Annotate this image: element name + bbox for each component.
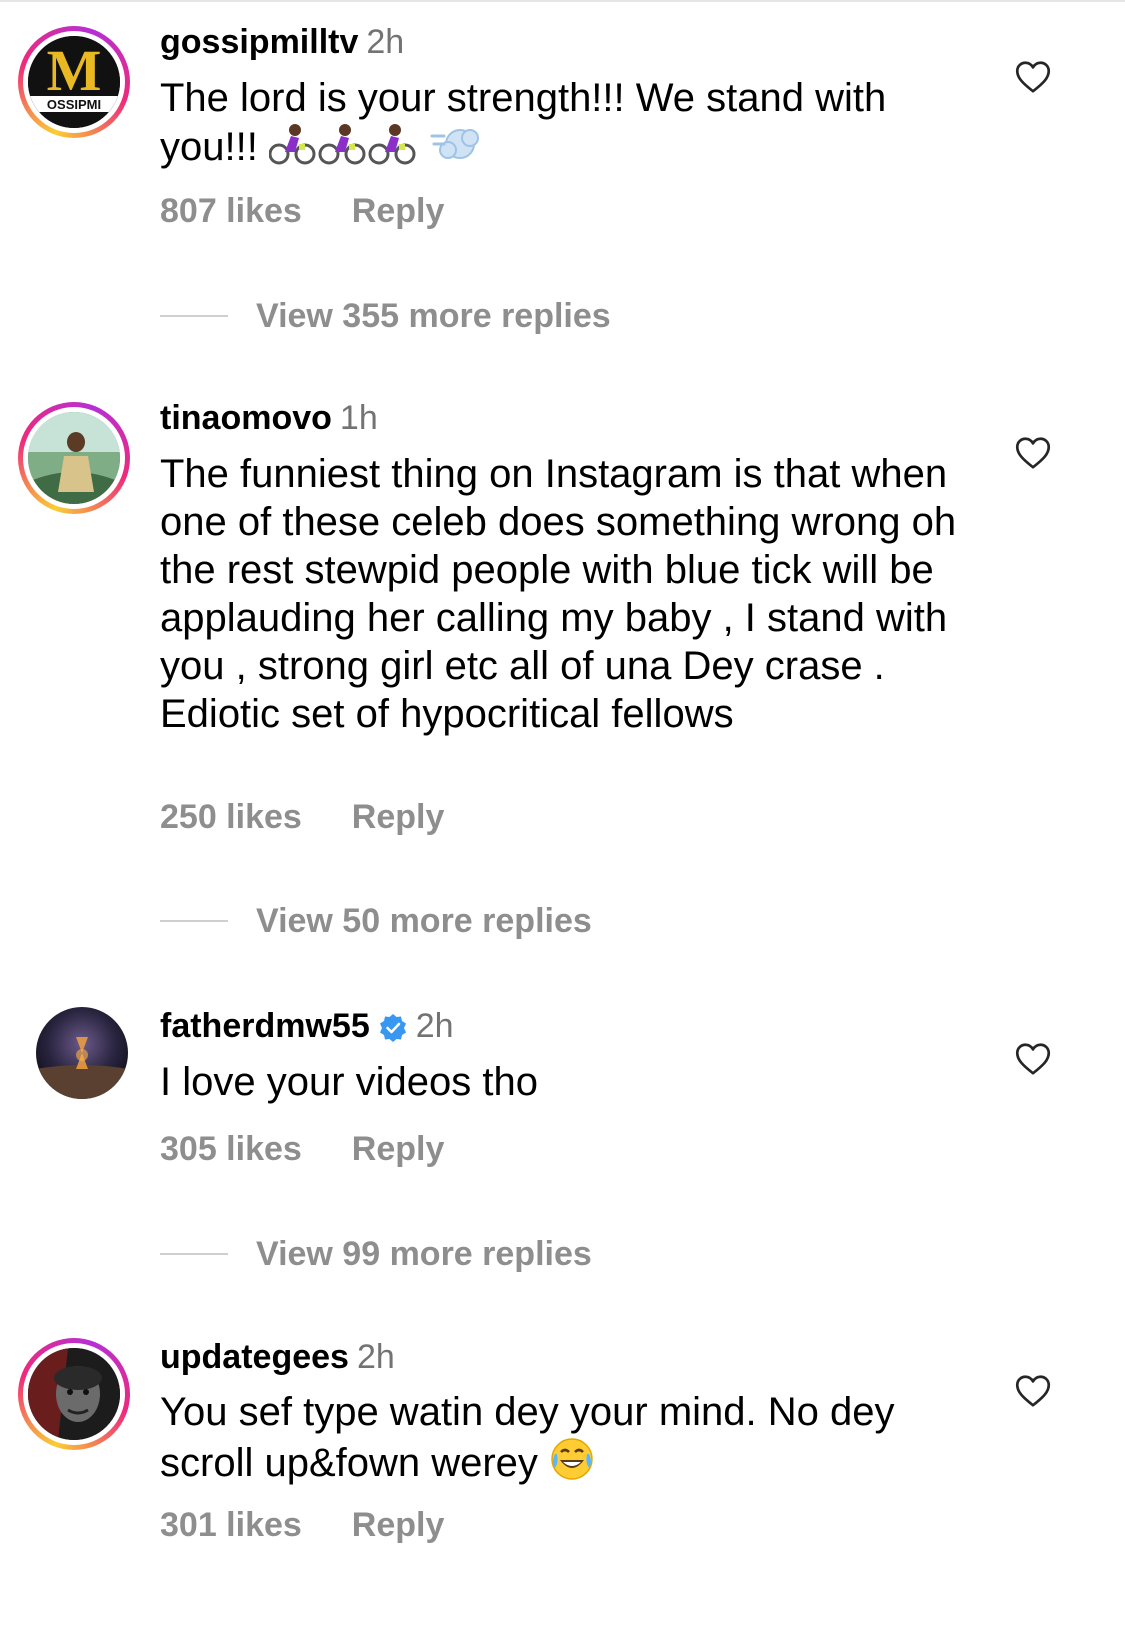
view-more-replies[interactable]: View 355 more replies (160, 296, 860, 336)
person-biking-emoji (268, 122, 419, 177)
comment-text: The funniest thing on Instagram is that … (160, 452, 957, 736)
comment-text: The lord is your strength!!! We stand wi… (160, 74, 980, 177)
username[interactable]: tinaomovo (160, 399, 332, 437)
comment-actions: 305 likes Reply (160, 1129, 444, 1169)
timestamp: 2h (356, 1338, 395, 1376)
tears-of-joy-emoji (549, 1436, 595, 1493)
comment-actions: 301 likes Reply (160, 1505, 444, 1545)
divider-line (160, 315, 228, 317)
timestamp: 1h (339, 399, 378, 437)
timestamp: 2h (415, 1007, 454, 1045)
username[interactable]: updategees (160, 1338, 349, 1376)
reply-button[interactable]: Reply (352, 192, 445, 230)
verified-badge-icon (378, 1012, 408, 1052)
view-more-replies[interactable]: View 50 more replies (160, 901, 860, 941)
comment-actions: 250 likes Reply (160, 797, 444, 837)
timestamp: 2h (366, 23, 405, 61)
likes-count[interactable]: 250 likes (160, 798, 302, 836)
avatar[interactable] (18, 402, 130, 514)
svg-text:OSSIPMI: OSSIPMI (47, 97, 101, 112)
likes-count[interactable]: 807 likes (160, 192, 302, 230)
svg-text:M: M (47, 38, 102, 103)
avatar[interactable] (18, 1338, 130, 1450)
heart-outline-icon[interactable] (1015, 1042, 1051, 1076)
reply-button[interactable]: Reply (352, 798, 445, 836)
avatar[interactable]: M OSSIPMI (18, 26, 130, 138)
comment-text: You sef type watin dey your mind. No dey… (160, 1388, 980, 1493)
reply-button[interactable]: Reply (352, 1130, 445, 1168)
dash-emoji (430, 122, 480, 177)
divider-line (160, 920, 228, 922)
comment-header: tinaomovo 1h (160, 398, 378, 438)
avatar[interactable] (36, 1007, 128, 1099)
comment-header: updategees 2h (160, 1337, 395, 1377)
heart-outline-icon[interactable] (1015, 60, 1051, 94)
username[interactable]: fatherdmw55 (160, 1007, 370, 1045)
heart-outline-icon[interactable] (1015, 436, 1051, 470)
gossipmill-logo: M OSSIPMI (28, 36, 120, 128)
comment-text: I love your videos tho (160, 1060, 538, 1104)
likes-count[interactable]: 305 likes (160, 1130, 302, 1168)
view-more-replies[interactable]: View 99 more replies (160, 1234, 860, 1274)
divider-line (160, 1253, 228, 1255)
reply-button[interactable]: Reply (352, 1506, 445, 1544)
username[interactable]: gossipmilltv (160, 23, 358, 61)
comment-header: gossipmilltv 2h (160, 22, 404, 62)
profile-photo (28, 412, 120, 504)
top-divider (0, 0, 1125, 2)
profile-photo (28, 1348, 120, 1440)
comment-actions: 807 likes Reply (160, 191, 444, 231)
profile-photo (36, 1007, 128, 1099)
comment-header: fatherdmw55 2h (160, 1006, 454, 1052)
heart-outline-icon[interactable] (1015, 1374, 1051, 1408)
likes-count[interactable]: 301 likes (160, 1506, 302, 1544)
